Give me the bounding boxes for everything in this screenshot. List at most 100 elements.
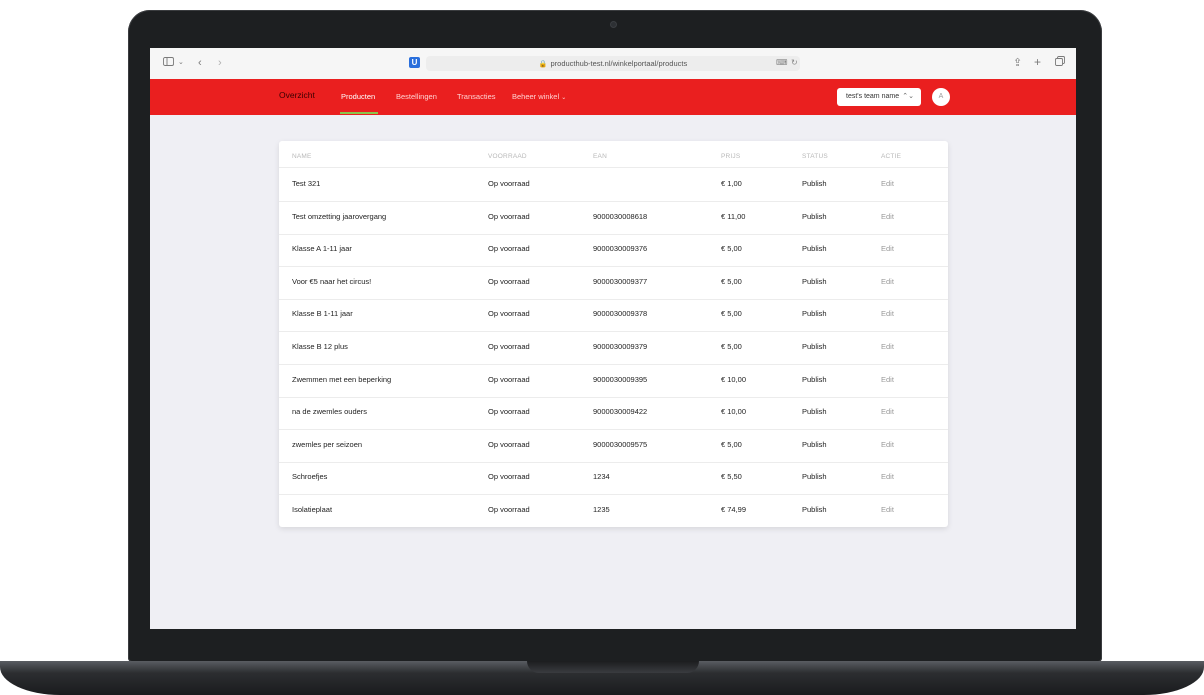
edit-link[interactable]: Edit	[881, 342, 894, 352]
chevron-down-icon: ⌄	[561, 95, 567, 101]
cell-name: Klasse A 1-11 jaar	[292, 244, 352, 254]
cell-prijs: € 74,99	[721, 505, 747, 514]
cell-voorraad: Op voorraad	[488, 211, 530, 221]
cell-voorraad: Op voorraad	[488, 244, 530, 254]
cell-status: Publish	[802, 342, 827, 351]
edit-link[interactable]: Edit	[881, 472, 894, 482]
edit-link[interactable]: Edit	[881, 407, 894, 417]
avatar[interactable]: A	[932, 88, 950, 106]
cell-voorraad: Op voorraad	[488, 309, 530, 319]
cell-prijs: € 5,00	[721, 244, 742, 254]
cell-name: Klasse B 1-11 jaar	[292, 309, 353, 319]
screen: ⌄ ‹ › U 🔒 producthub-test.nl/winkelportaa…	[150, 48, 1076, 629]
cell-voorraad: Op voorraad	[488, 276, 530, 286]
cell-name: Zwemmen met een beperking	[292, 374, 392, 384]
cell-status: Publish	[802, 439, 827, 449]
cell-ean: 9000030009575	[593, 439, 648, 449]
cell-ean: 9000030008618	[593, 211, 648, 221]
nav-item-producten[interactable]: Producten	[341, 91, 375, 102]
cell-prijs: € 11,00	[721, 211, 746, 221]
cell-name: na de zwemles ouders	[292, 407, 368, 417]
cell-status: Publish	[802, 374, 827, 384]
cell-ean: 1234	[593, 472, 610, 482]
cell-status: Publish	[802, 309, 827, 319]
edit-link[interactable]: Edit	[881, 244, 894, 254]
products-table: NAME VOORRAAD EAN PRIJS STATUS ACTIE Tes…	[279, 141, 948, 527]
cell-voorraad: Op voorraad	[488, 374, 530, 384]
nav-item-transacties[interactable]: Transacties	[457, 91, 496, 102]
edit-link[interactable]: Edit	[881, 212, 894, 222]
edit-link[interactable]: Edit	[881, 277, 894, 287]
back-icon[interactable]: ‹	[198, 56, 202, 70]
translate-icon[interactable]: ⌨	[776, 57, 788, 69]
team-select[interactable]: test's team name ⌃⌄	[837, 88, 921, 106]
nav-item-bestellingen[interactable]: Bestellingen	[396, 91, 437, 102]
share-icon[interactable]: ⇪	[1013, 56, 1022, 70]
cell-status: Publish	[802, 472, 827, 482]
cell-voorraad: Op voorraad	[488, 407, 530, 417]
app-navbar: Overzicht Producten Bestellingen Transac…	[150, 79, 1076, 115]
forward-icon[interactable]: ›	[218, 56, 222, 70]
cell-name: Voor €5 naar het circus!	[292, 276, 372, 286]
cell-ean: 9000030009376	[593, 244, 648, 254]
cell-voorraad: Op voorraad	[488, 439, 530, 449]
column-header-actie: ACTIE	[881, 153, 902, 160]
cell-voorraad: Op voorraad	[488, 505, 530, 514]
address-bar[interactable]: 🔒 producthub-test.nl/winkelportaal/produc…	[426, 56, 800, 71]
cell-name: Klasse B 12 plus	[292, 342, 348, 351]
cell-status: Publish	[802, 276, 827, 286]
cell-prijs: € 10,00	[721, 374, 747, 384]
cell-status: Publish	[802, 211, 827, 221]
column-header-ean: EAN	[593, 153, 607, 160]
active-tab-indicator	[340, 112, 378, 114]
cell-name: Isolatieplaat	[292, 505, 333, 514]
cell-prijs: € 10,00	[721, 407, 747, 417]
cell-ean: 1235	[593, 505, 610, 514]
table-row: Test 321 Op voorraad € 1,00 Publish Edit	[279, 168, 948, 202]
cell-ean: 9000030009422	[593, 407, 648, 417]
column-header-status: STATUS	[802, 153, 828, 160]
cell-prijs: € 5,00	[721, 439, 742, 449]
edit-link[interactable]: Edit	[881, 309, 894, 319]
nav-item-beheer-winkel[interactable]: Beheer winkel ⌄	[512, 91, 566, 104]
table-row: zwemles per seizoen Op voorraad 9000030009…	[279, 429, 948, 463]
edit-link[interactable]: Edit	[881, 505, 894, 515]
cell-status: Publish	[802, 179, 827, 188]
table-row: Klasse A 1-11 jaar Op voorraad 90000300093…	[279, 233, 948, 268]
column-header-prijs: PRIJS	[721, 153, 741, 160]
cell-name: zwemles per seizoen	[292, 439, 363, 449]
url-text: producthub-test.nl/winkelportaal/product…	[550, 59, 688, 68]
cell-prijs: € 5,00	[721, 309, 742, 319]
chevron-down-icon[interactable]: ⌄	[178, 56, 184, 70]
edit-link[interactable]: Edit	[881, 375, 894, 385]
new-tab-icon[interactable]: +	[1034, 55, 1041, 69]
cell-ean: 9000030009395	[593, 374, 648, 384]
column-header-name: NAME	[292, 153, 312, 160]
edit-link[interactable]: Edit	[881, 179, 894, 189]
cell-voorraad: Op voorraad	[488, 342, 530, 351]
sidebar-icon[interactable]	[163, 56, 174, 70]
cell-ean: 9000030009379	[593, 342, 648, 351]
cell-name: Schroefjes	[292, 472, 328, 482]
table-row: na de zwemles ouders Op voorraad 900003000…	[279, 396, 948, 431]
table-row: Voor €5 naar het circus! Op voorraad 90000…	[279, 266, 948, 300]
cell-prijs: € 5,00	[721, 276, 742, 286]
cell-status: Publish	[802, 505, 827, 514]
nav-brand[interactable]: Overzicht	[279, 90, 315, 101]
cell-prijs: € 5,50	[721, 472, 742, 482]
cell-status: Publish	[802, 244, 827, 254]
password-manager-icon[interactable]: U	[409, 57, 420, 68]
table-row: Klasse B 12 plus Op voorraad 9000030009379…	[279, 331, 948, 365]
tabs-overview-icon[interactable]	[1055, 56, 1065, 70]
table-header: NAME VOORRAAD EAN PRIJS STATUS ACTIE	[279, 141, 948, 168]
camera-icon	[610, 21, 617, 28]
table-row: Schroefjes Op voorraad 1234 € 5,50 Publish Ed…	[279, 461, 948, 496]
cell-ean: 9000030009378	[593, 309, 648, 319]
reload-icon[interactable]: ↻	[791, 57, 798, 69]
browser-toolbar: ⌄ ‹ › U 🔒 producthub-test.nl/winkelportaa…	[150, 48, 1076, 80]
cell-ean: 9000030009377	[593, 276, 648, 286]
edit-link[interactable]: Edit	[881, 440, 894, 450]
column-header-voorraad: VOORRAAD	[488, 153, 527, 160]
lock-icon: 🔒	[538, 61, 548, 68]
cell-status: Publish	[802, 407, 827, 417]
